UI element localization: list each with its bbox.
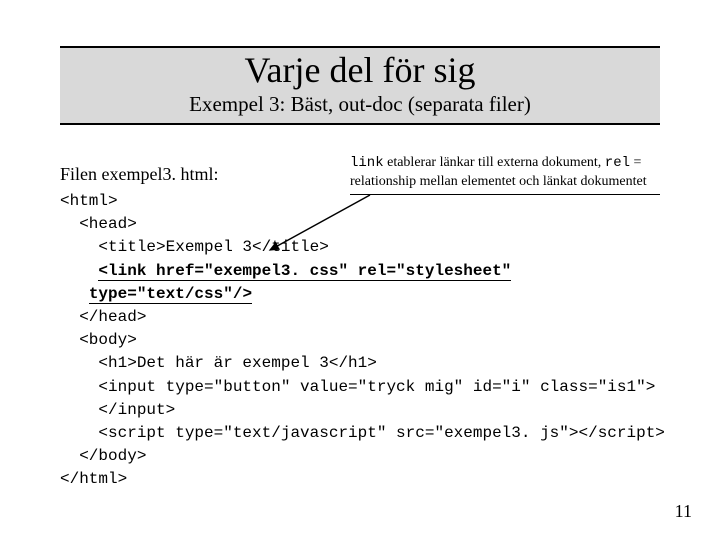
page-number: 11 — [675, 501, 692, 522]
annotation-code-link: link — [350, 155, 384, 171]
code-line-4-indent — [60, 262, 98, 280]
file-label: Filen exempel3. html: — [60, 164, 218, 185]
code-block: <html> <head> <title>Exempel 3</title> <… — [60, 190, 670, 491]
code-line-9: <input type="button" value="tryck mig" i… — [60, 378, 655, 396]
slide-subtitle: Exempel 3: Bäst, out-doc (separata filer… — [60, 92, 660, 117]
code-line-8: <h1>Det här är exempel 3</h1> — [60, 354, 377, 372]
annotation-code-rel: rel — [605, 155, 630, 171]
title-block: Varje del för sig Exempel 3: Bäst, out-d… — [60, 46, 660, 125]
slide: Varje del för sig Exempel 3: Bäst, out-d… — [0, 0, 720, 540]
code-line-3: <title>Exempel 3</title> — [60, 238, 329, 256]
code-line-10: </input> — [60, 401, 175, 419]
code-line-6: </head> — [60, 308, 146, 326]
annotation-text: link etablerar länkar till externa dokum… — [350, 154, 660, 195]
code-line-12: </body> — [60, 447, 146, 465]
code-line-7: <body> — [60, 331, 137, 349]
code-line-2: <head> — [60, 215, 137, 233]
code-line-13: </html> — [60, 470, 127, 488]
slide-title: Varje del för sig — [60, 52, 660, 90]
code-line-11: <script type="text/javascript" src="exem… — [60, 424, 665, 442]
code-line-5-highlight: type="text/css"/> — [89, 285, 252, 304]
code-line-1: <html> — [60, 192, 118, 210]
annotation-part-1: etablerar länkar till externa dokument, — [384, 155, 605, 170]
code-line-4-highlight: <link href="exempel3. css" rel="styleshe… — [98, 262, 511, 281]
code-line-5-indent — [60, 285, 89, 303]
